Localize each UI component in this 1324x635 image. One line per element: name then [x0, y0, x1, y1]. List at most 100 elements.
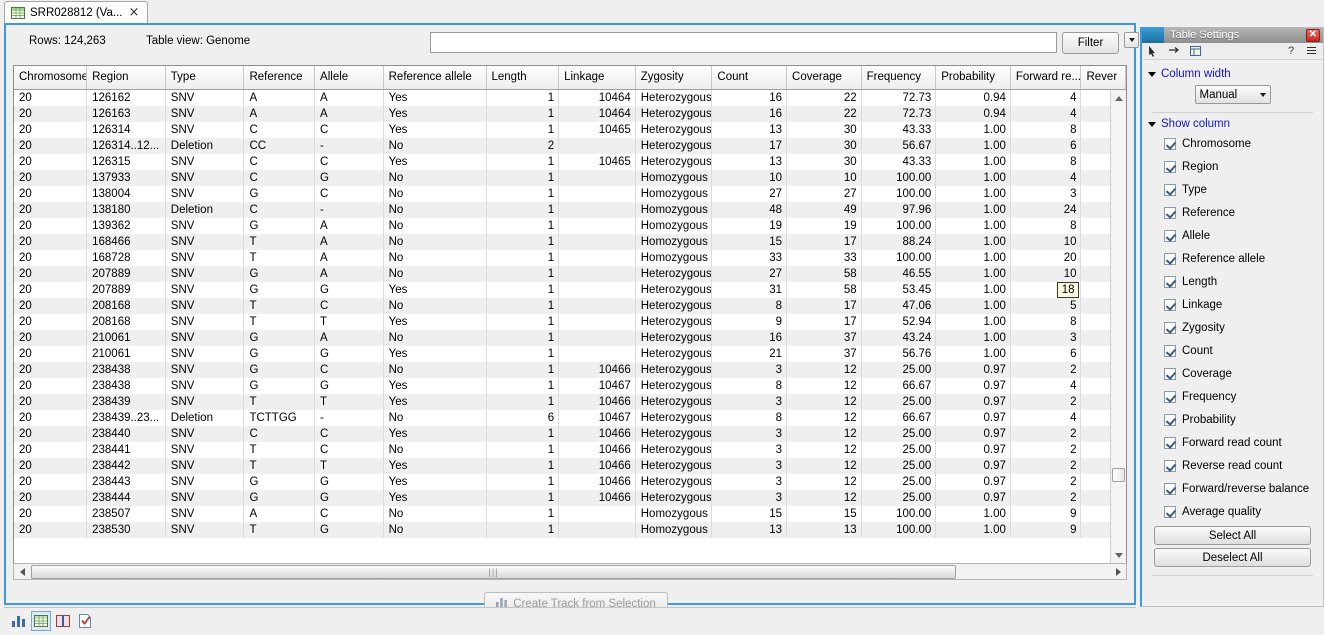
table-cell[interactable]: 1 — [486, 298, 559, 314]
table-cell[interactable]: No — [383, 250, 486, 266]
checkbox-checked-icon[interactable] — [1164, 414, 1176, 426]
table-cell[interactable]: 10465 — [559, 122, 636, 138]
table-cell[interactable]: 19 — [787, 218, 862, 234]
column-toggle-probability[interactable]: Probability — [1142, 408, 1323, 431]
table-cell[interactable]: 5 — [1010, 298, 1081, 314]
table-cell[interactable]: A — [315, 266, 384, 282]
table-cell[interactable]: Yes — [383, 474, 486, 490]
table-row[interactable]: 20238439..23...DeletionTCTTGG-No610467He… — [14, 410, 1126, 426]
table-row[interactable]: 20238441SNVTCNo110466Heterozygous31225.0… — [14, 442, 1126, 458]
table-cell[interactable]: 8 — [1010, 218, 1081, 234]
table-cell[interactable]: 100.00 — [861, 218, 936, 234]
table-cell[interactable]: 207889 — [87, 282, 166, 298]
table-cell[interactable]: 0.97 — [936, 410, 1011, 426]
table-cell[interactable]: Heterozygous — [635, 138, 712, 154]
filter-button[interactable]: Filter — [1062, 32, 1119, 54]
table-cell[interactable]: 43.24 — [861, 330, 936, 346]
column-toggle-average-quality[interactable]: Average quality — [1142, 500, 1323, 523]
table-cell[interactable] — [559, 298, 636, 314]
table-cell[interactable] — [559, 266, 636, 282]
table-row[interactable]: 20208168SNVTCNo1Heterozygous81747.061.00… — [14, 298, 1126, 314]
table-cell[interactable]: No — [383, 202, 486, 218]
table-cell[interactable] — [559, 170, 636, 186]
table-cell[interactable]: C — [244, 154, 315, 170]
table-cell[interactable]: 1.00 — [936, 314, 1011, 330]
table-cell[interactable]: 1.00 — [936, 186, 1011, 202]
table-cell[interactable]: 1.00 — [936, 346, 1011, 362]
col-header-forward-read-count[interactable]: Forward re... — [1010, 66, 1081, 89]
table-cell[interactable]: 238442 — [87, 458, 166, 474]
table-cell[interactable]: 20 — [14, 170, 87, 186]
checkbox-checked-icon[interactable] — [1164, 253, 1176, 265]
table-cell[interactable]: 10 — [1010, 266, 1081, 282]
table-cell[interactable]: 137933 — [87, 170, 166, 186]
table-cell[interactable]: 126314..12... — [87, 138, 166, 154]
table-cell[interactable]: Yes — [383, 106, 486, 122]
table-cell[interactable]: 25.00 — [861, 362, 936, 378]
table-cell[interactable]: 0.97 — [936, 362, 1011, 378]
horizontal-scroll-thumb[interactable]: ||| — [31, 565, 956, 579]
table-cell[interactable]: 100.00 — [861, 506, 936, 522]
scroll-right-arrow-icon[interactable] — [1110, 564, 1126, 579]
column-toggle-allele[interactable]: Allele — [1142, 224, 1323, 247]
save-settings-icon[interactable] — [1188, 45, 1202, 58]
table-cell[interactable]: 48 — [712, 202, 787, 218]
table-cell[interactable]: 1.00 — [936, 170, 1011, 186]
table-cell[interactable]: 2 — [1010, 394, 1081, 410]
table-cell[interactable]: 10 — [787, 170, 862, 186]
horizontal-scroll-track[interactable] — [956, 564, 1110, 579]
table-cell[interactable] — [559, 282, 636, 298]
table-cell[interactable] — [559, 330, 636, 346]
table-cell[interactable]: Homozygous — [635, 522, 712, 538]
table-cell[interactable]: 43.33 — [861, 154, 936, 170]
table-cell[interactable]: 208168 — [87, 298, 166, 314]
table-cell[interactable]: C — [315, 362, 384, 378]
list-options-icon[interactable] — [1305, 45, 1319, 58]
table-cell[interactable]: Homozygous — [635, 250, 712, 266]
table-cell[interactable]: 1 — [486, 426, 559, 442]
table-cell[interactable]: SNV — [165, 298, 244, 314]
table-cell[interactable]: SNV — [165, 89, 244, 106]
table-cell[interactable]: SNV — [165, 506, 244, 522]
table-cell[interactable] — [559, 234, 636, 250]
checkbox-checked-icon[interactable] — [1164, 161, 1176, 173]
table-cell[interactable]: 6 — [486, 410, 559, 426]
table-cell[interactable]: No — [383, 330, 486, 346]
table-cell[interactable]: 12 — [787, 490, 862, 506]
col-header-probability[interactable]: Probability — [936, 66, 1011, 89]
table-cell[interactable]: 22 — [787, 89, 862, 106]
table-cell[interactable]: 2 — [1010, 362, 1081, 378]
table-cell[interactable]: Heterozygous — [635, 442, 712, 458]
table-cell[interactable] — [559, 506, 636, 522]
table-cell[interactable]: G — [244, 362, 315, 378]
filter-input[interactable] — [430, 32, 1057, 53]
table-cell[interactable]: 12 — [787, 458, 862, 474]
table-cell[interactable]: 1.00 — [936, 250, 1011, 266]
table-cell[interactable]: 4 — [1010, 410, 1081, 426]
table-cell[interactable]: 1 — [486, 330, 559, 346]
table-cell[interactable]: 238443 — [87, 474, 166, 490]
table-cell[interactable]: Heterozygous — [635, 458, 712, 474]
scroll-left-arrow-icon[interactable] — [14, 564, 30, 579]
help-icon[interactable]: ? — [1284, 45, 1298, 58]
table-cell[interactable]: G — [315, 474, 384, 490]
table-cell[interactable]: C — [244, 170, 315, 186]
table-cell[interactable]: 88.24 — [861, 234, 936, 250]
table-cell[interactable]: Heterozygous — [635, 282, 712, 298]
table-cell[interactable]: 66.67 — [861, 410, 936, 426]
table-row[interactable]: 20238438SNVGGYes110467Heterozygous81266.… — [14, 378, 1126, 394]
table-cell[interactable]: 16 — [712, 89, 787, 106]
table-cell[interactable]: 1 — [486, 346, 559, 362]
table-cell[interactable]: 100.00 — [861, 186, 936, 202]
table-cell[interactable]: 12 — [787, 474, 862, 490]
checkbox-checked-icon[interactable] — [1164, 506, 1176, 518]
table-cell[interactable]: 138180 — [87, 202, 166, 218]
col-header-reference-allele[interactable]: Reference allele — [383, 66, 486, 89]
table-cell[interactable]: 6 — [1010, 346, 1081, 362]
table-cell[interactable]: 20 — [14, 314, 87, 330]
table-cell[interactable]: Heterozygous — [635, 122, 712, 138]
table-cell[interactable]: 10467 — [559, 378, 636, 394]
table-row[interactable]: 20238439SNVTTYes110466Heterozygous31225.… — [14, 394, 1126, 410]
column-toggle-frequency[interactable]: Frequency — [1142, 385, 1323, 408]
table-cell[interactable]: Yes — [383, 314, 486, 330]
